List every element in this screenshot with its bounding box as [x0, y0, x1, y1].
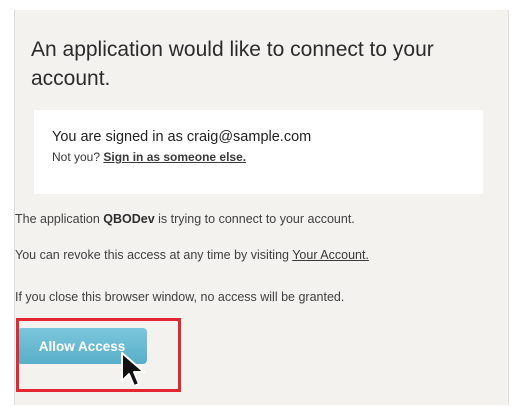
- revoke-prefix: You can revoke this access at any time b…: [15, 248, 293, 262]
- page-title: An application would like to connect to …: [31, 38, 434, 90]
- not-you-line: Not you? Sign in as someone else.: [52, 148, 483, 166]
- app-name: QBODev: [103, 212, 155, 226]
- arrow-pointer-icon: [121, 352, 145, 387]
- revoke-message: You can revoke this access at any time b…: [15, 246, 369, 264]
- signin-card: You are signed in as craig@sample.com No…: [34, 110, 483, 194]
- account-email: craig@sample.com: [186, 129, 312, 145]
- signed-in-line: You are signed in as craig@sample.com: [52, 127, 483, 147]
- switch-account-link[interactable]: Sign in as someone else.: [103, 150, 246, 164]
- close-warning: If you close this browser window, no acc…: [15, 290, 345, 304]
- connect-message: The application QBODev is trying to conn…: [15, 210, 355, 228]
- not-you-label: Not you?: [52, 150, 104, 164]
- connect-suffix: is trying to connect to your account.: [154, 212, 355, 226]
- signed-in-prefix: You are signed in as: [52, 129, 187, 145]
- your-account-link[interactable]: Your Account.: [292, 248, 369, 262]
- connect-prefix: The application: [15, 212, 104, 226]
